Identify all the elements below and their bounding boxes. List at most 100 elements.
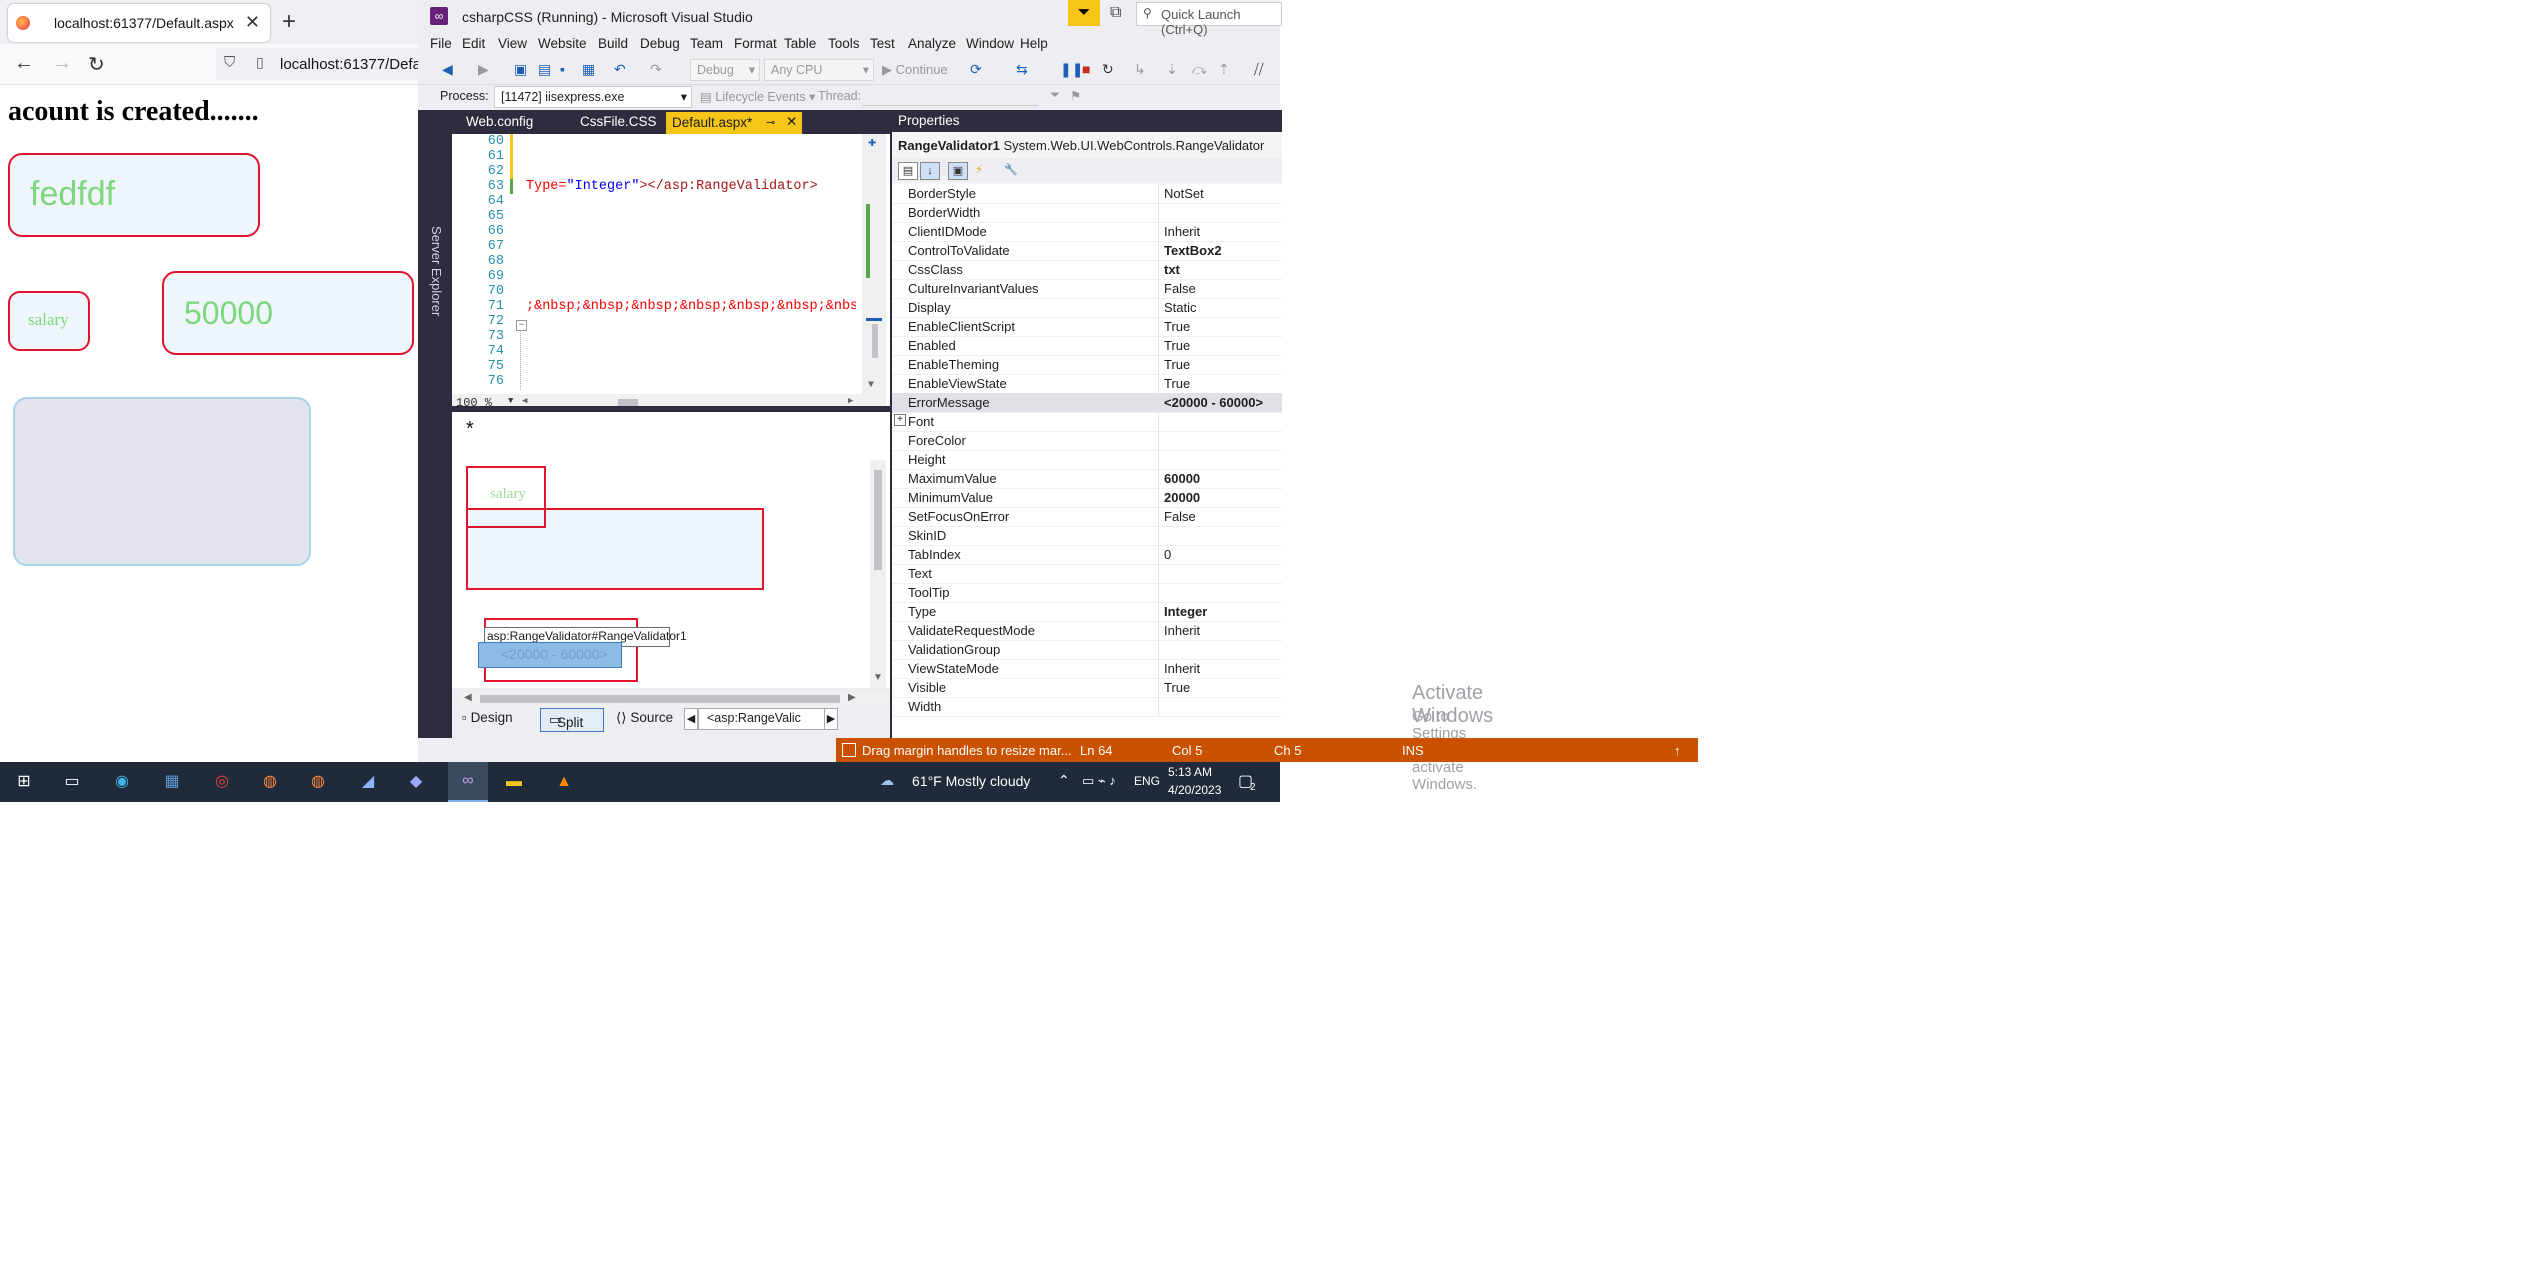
submit-button[interactable] [13, 397, 311, 566]
property-divider[interactable] [1158, 640, 1159, 659]
clock-time[interactable]: 5:13 AM [1168, 765, 1212, 779]
close-icon[interactable]: ✕ [786, 114, 797, 130]
scroll-right-icon[interactable]: ▶ [848, 396, 853, 406]
task-view-icon[interactable]: ▭ [60, 770, 84, 794]
property-divider[interactable] [1158, 184, 1159, 203]
restart-icon[interactable]: ↻ [1102, 61, 1114, 78]
property-value[interactable]: True [1164, 680, 1190, 695]
property-divider[interactable] [1158, 260, 1159, 279]
app-icon[interactable]: ◢ [356, 770, 380, 794]
property-row[interactable]: Enabled True [892, 336, 1282, 356]
property-row[interactable]: CultureInvariantValues False [892, 279, 1282, 299]
flag-threads-icon[interactable]: ⚑ [1070, 88, 1081, 103]
clock-date[interactable]: 4/20/2023 [1168, 783, 1221, 797]
property-row[interactable]: CssClass txt [892, 260, 1282, 280]
design-vertical-scrollbar[interactable]: ▼ [870, 460, 886, 688]
thread-dropdown[interactable] [862, 87, 1038, 106]
editor-scroll-thumb[interactable] [872, 324, 878, 358]
property-row[interactable]: BorderStyle NotSet [892, 184, 1282, 204]
save-all-icon[interactable]: ▦ [582, 61, 595, 78]
app-icon[interactable]: ◆ [404, 770, 428, 794]
url-bar[interactable]: ⛉ ▯ localhost:61377/Defa [216, 48, 426, 80]
menu-format[interactable]: Format [734, 36, 777, 51]
property-row[interactable]: Visible True [892, 678, 1282, 698]
design-salary-label[interactable]: salary [466, 466, 546, 528]
close-tab-icon[interactable]: ✕ [245, 12, 260, 33]
property-value[interactable]: 20000 [1164, 490, 1200, 505]
menu-view[interactable]: View [498, 36, 527, 51]
file-explorer-icon[interactable]: ▬ [502, 770, 526, 794]
code-text-area[interactable]: Type="Integer"></asp:RangeValidator> ;&n… [516, 134, 856, 394]
property-value[interactable]: NotSet [1164, 186, 1204, 201]
pin-icon[interactable]: ⊸ [766, 116, 775, 129]
source-editor[interactable]: 60 61 62 63 64 65 66 67 68 69 70 71 72 7… [452, 134, 890, 412]
property-divider[interactable] [1158, 279, 1159, 298]
property-value[interactable]: Inherit [1164, 623, 1200, 638]
platform-dropdown[interactable]: Any CPU ▾ [764, 59, 874, 81]
firefox-icon[interactable]: ◍ [258, 770, 282, 794]
property-row[interactable]: + Font [892, 412, 1282, 432]
edge-icon[interactable]: ◉ [110, 770, 134, 794]
menu-build[interactable]: Build [598, 36, 628, 51]
forward-nav-icon[interactable]: ▶ [478, 61, 489, 78]
property-row[interactable]: BorderWidth [892, 203, 1282, 223]
forward-icon[interactable]: → [52, 52, 72, 75]
property-row[interactable]: Width [892, 697, 1282, 717]
properties-view-icon[interactable]: ▣ [948, 162, 968, 180]
alphabetical-icon[interactable]: ↓ [920, 162, 940, 180]
menu-help[interactable]: Help [1020, 36, 1048, 51]
menu-table[interactable]: Table [784, 36, 816, 51]
menu-window[interactable]: Window [966, 36, 1014, 51]
property-row[interactable]: TabIndex 0 [892, 545, 1282, 565]
notification-filter-icon[interactable]: ⏷ [1068, 0, 1100, 26]
menu-analyze[interactable]: Analyze [908, 36, 956, 51]
reload-icon[interactable]: ↻ [88, 52, 105, 77]
start-icon[interactable]: ⊞ [12, 770, 36, 794]
property-value[interactable]: 60000 [1164, 471, 1200, 486]
property-divider[interactable] [1158, 659, 1159, 678]
property-pages-icon[interactable]: 🔧 [1002, 162, 1020, 178]
events-icon[interactable]: ⚡ [970, 162, 988, 178]
property-divider[interactable] [1158, 412, 1159, 431]
stop-icon[interactable]: ■ [1082, 61, 1090, 77]
property-value[interactable]: True [1164, 376, 1190, 391]
quick-launch-input[interactable]: ⚲ Quick Launch (Ctrl+Q) [1136, 2, 1282, 37]
back-nav-icon[interactable]: ◀ [442, 61, 453, 78]
property-divider[interactable] [1158, 545, 1159, 564]
new-project-icon[interactable]: ▣ [514, 61, 527, 78]
browser-tab[interactable]: localhost:61377/Default.aspx ✕ [8, 4, 270, 42]
property-value[interactable]: TextBox2 [1164, 243, 1222, 258]
browser-link-icon[interactable]: ⇆ [1016, 61, 1028, 78]
menu-test[interactable]: Test [870, 36, 895, 51]
weather-text[interactable]: 61°F Mostly cloudy [912, 773, 1030, 789]
property-divider[interactable] [1158, 488, 1159, 507]
property-row[interactable]: ToolTip [892, 583, 1282, 603]
property-divider[interactable] [1158, 393, 1159, 412]
solution-config-dropdown[interactable]: Debug ▾ [690, 59, 760, 81]
chrome-icon[interactable]: ◎ [210, 770, 234, 794]
visual-studio-taskbar-button[interactable]: ∞ [448, 762, 488, 802]
property-divider[interactable] [1158, 678, 1159, 697]
lifecycle-events-button[interactable]: ▤ Lifecycle Events ▾ [700, 89, 815, 104]
property-row[interactable]: EnableClientScript True [892, 317, 1282, 337]
weather-icon[interactable]: ☁ [880, 772, 894, 789]
refresh-icon[interactable]: ⟳ [970, 61, 982, 78]
property-divider[interactable] [1158, 431, 1159, 450]
property-value[interactable]: False [1164, 281, 1196, 296]
split-editor-icon[interactable]: ✚ [868, 134, 876, 151]
salary-textbox[interactable]: 50000 [162, 271, 414, 355]
property-value[interactable]: <20000 - 60000> [1164, 395, 1263, 410]
chevron-down-icon[interactable]: ▼ [508, 396, 513, 406]
property-row[interactable]: ClientIDMode Inherit [892, 222, 1282, 242]
property-divider[interactable] [1158, 203, 1159, 222]
filter-threads-icon[interactable]: ⏷ [1050, 88, 1060, 103]
property-divider[interactable] [1158, 241, 1159, 260]
process-dropdown[interactable]: [11472] iisexpress.exe ▾ [494, 86, 692, 108]
menu-file[interactable]: File [430, 36, 452, 51]
step-over-icon[interactable]: ⤼ [1192, 61, 1207, 78]
property-divider[interactable] [1158, 697, 1159, 716]
property-value[interactable]: Inherit [1164, 661, 1200, 676]
property-value[interactable]: 0 [1164, 547, 1171, 562]
design-range-validator[interactable]: <20000 - 60000> [478, 642, 622, 668]
scroll-down-icon[interactable]: ▼ [873, 672, 883, 683]
